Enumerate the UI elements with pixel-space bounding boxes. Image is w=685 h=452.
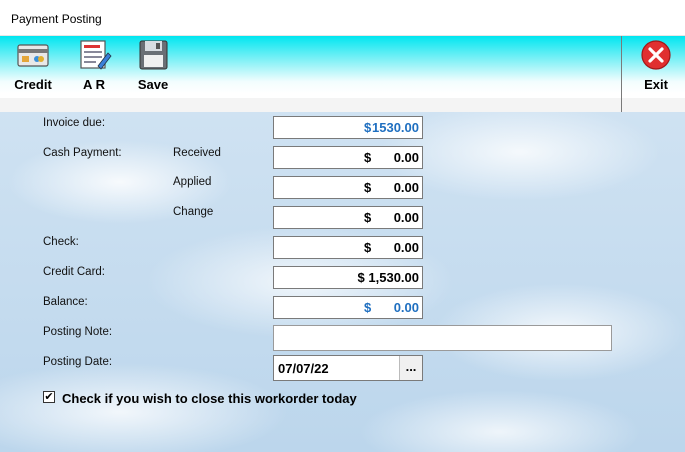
change-value: 0.00 xyxy=(393,210,419,225)
credit-button[interactable]: Credit xyxy=(10,38,56,94)
save-button[interactable]: Save xyxy=(132,38,174,94)
ar-button[interactable]: A R xyxy=(72,38,116,94)
close-workorder-checkbox[interactable]: ✔ xyxy=(43,391,55,403)
posting-date-value: 07/07/22 xyxy=(278,361,329,376)
toolbar-separator xyxy=(621,36,622,112)
check-field[interactable]: $ 0.00 xyxy=(273,236,423,259)
toolbar-bottom-strip xyxy=(0,98,685,112)
credit-card-field[interactable]: $ 1,530.00 xyxy=(273,266,423,289)
invoice-due-currency: $ xyxy=(364,120,372,135)
credit-card-label: Credit Card: xyxy=(43,266,105,278)
credit-card-value: $ 1,530.00 xyxy=(357,270,419,285)
balance-value: 0.00 xyxy=(393,300,419,315)
posting-date-label: Posting Date: xyxy=(43,356,113,368)
ledger-edit-icon xyxy=(80,40,112,70)
applied-label: Applied xyxy=(173,176,212,188)
received-value: 0.00 xyxy=(393,150,419,165)
credit-button-label: Credit xyxy=(14,77,52,92)
check-label: Check: xyxy=(43,236,79,248)
date-picker-button[interactable]: ... xyxy=(399,356,422,380)
change-label: Change xyxy=(173,206,214,218)
invoice-due-value: 1530.00 xyxy=(372,120,419,135)
change-currency: $ xyxy=(364,210,372,225)
posting-note-label: Posting Note: xyxy=(43,326,113,338)
close-circle-icon xyxy=(641,40,671,70)
credit-card-icon xyxy=(17,44,49,67)
cash-payment-label: Cash Payment: xyxy=(43,147,122,159)
invoice-due-field[interactable]: $ 1530.00 xyxy=(273,116,423,139)
received-currency: $ xyxy=(364,150,372,165)
title-bar: Payment Posting xyxy=(0,0,685,36)
received-field[interactable]: $ 0.00 xyxy=(273,146,423,169)
applied-value: 0.00 xyxy=(393,180,419,195)
received-label: Received xyxy=(173,147,221,159)
posting-note-input[interactable] xyxy=(273,325,612,351)
balance-currency: $ xyxy=(364,300,372,315)
posting-date-picker[interactable]: 07/07/22 ... xyxy=(273,355,423,381)
save-button-label: Save xyxy=(137,77,169,92)
change-field[interactable]: $ 0.00 xyxy=(273,206,423,229)
applied-field[interactable]: $ 0.00 xyxy=(273,176,423,199)
floppy-disk-icon xyxy=(139,40,168,70)
invoice-due-label: Invoice due: xyxy=(43,117,106,129)
balance-label: Balance: xyxy=(43,296,88,308)
applied-currency: $ xyxy=(364,180,372,195)
close-workorder-label: Check if you wish to close this workorde… xyxy=(62,391,357,406)
window-title: Payment Posting xyxy=(11,12,102,26)
balance-field[interactable]: $ 0.00 xyxy=(273,296,423,319)
exit-button[interactable]: Exit xyxy=(634,38,678,94)
exit-button-label: Exit xyxy=(644,77,668,92)
check-currency: $ xyxy=(364,240,372,255)
ar-button-label: A R xyxy=(83,77,105,92)
check-value: 0.00 xyxy=(393,240,419,255)
